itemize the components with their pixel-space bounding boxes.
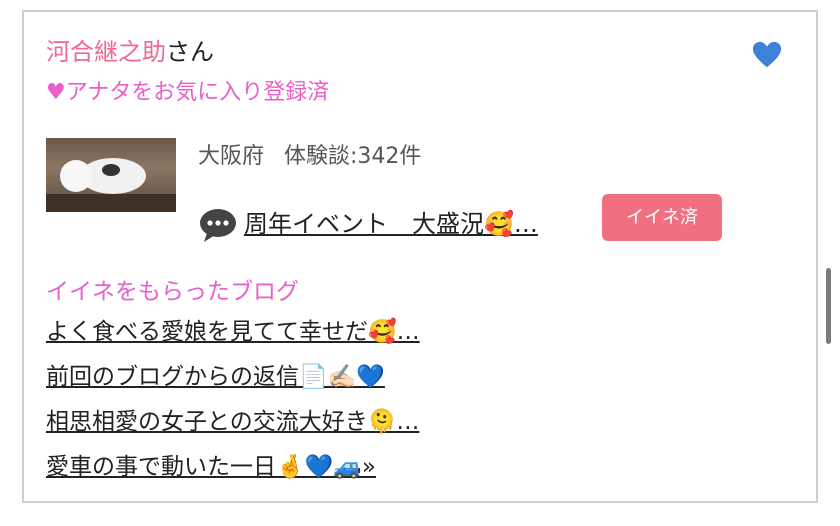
thumbnail-figure-spot	[102, 164, 120, 176]
list-item: 相思相愛の女子との交流大好き🫠…	[46, 406, 420, 451]
favorite-status: ♥アナタをお気に入り登録済	[46, 80, 330, 105]
blog-link[interactable]: よく食べる愛娘を見てて幸せだ🥰…	[46, 319, 420, 345]
speech-bubble-icon	[200, 209, 236, 242]
blue-heart-icon[interactable]	[752, 40, 782, 70]
blog-link[interactable]: 相思相愛の女子との交流大好き🫠…	[46, 409, 419, 435]
user-card: 河合継之助さん ♥アナタをお気に入り登録済 大阪府 体験談:342件 周年イベント…	[22, 10, 818, 503]
thumbnail-floor	[46, 194, 176, 212]
profile-meta: 大阪府 体験談:342件	[198, 142, 421, 172]
liked-blogs-heading: イイネをもらったブログ	[46, 279, 299, 305]
blog-link[interactable]: 愛車の事で動いた一日🤞💙🚙»	[46, 454, 376, 480]
user-name-line: 河合継之助さん	[46, 36, 214, 68]
list-item: 愛車の事で動いた一日🤞💙🚙»	[46, 451, 420, 496]
honorific: さん	[166, 38, 214, 66]
profile-thumbnail[interactable]	[46, 138, 176, 212]
location: 大阪府	[198, 144, 265, 169]
scrollbar[interactable]	[826, 268, 831, 344]
iine-button[interactable]: イイネ済	[602, 194, 722, 241]
thumbnail-figure-head	[60, 160, 92, 192]
user-name[interactable]: 河合継之助	[46, 38, 166, 66]
review-count: 体験談:342件	[284, 144, 422, 169]
list-item: 前回のブログからの返信📄✍🏻💙	[46, 361, 420, 406]
blog-link[interactable]: 前回のブログからの返信📄✍🏻💙	[46, 364, 385, 390]
list-item: よく食べる愛娘を見てて幸せだ🥰…	[46, 316, 420, 361]
latest-post-link[interactable]: 周年イベント 大盛況🥰…	[244, 208, 538, 240]
liked-blogs-list: よく食べる愛娘を見てて幸せだ🥰… 前回のブログからの返信📄✍🏻💙 相思相愛の女子…	[46, 316, 420, 496]
